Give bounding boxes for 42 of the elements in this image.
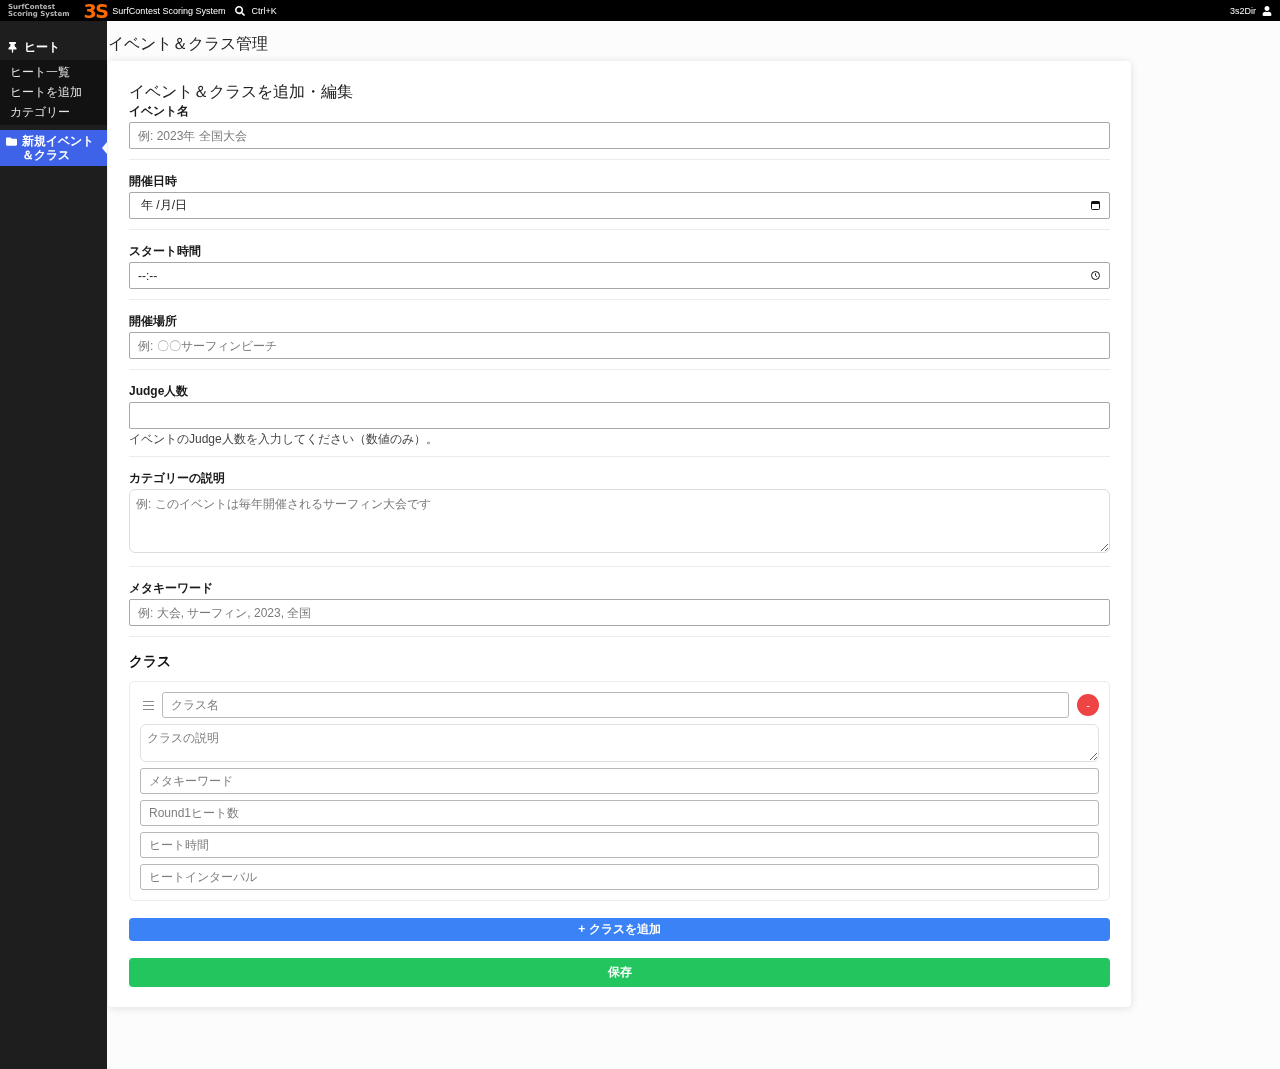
input-field[interactable]: 例: 2023年 全国大会: [129, 122, 1110, 149]
help-text: イベントのJudge人数を入力してください（数値のみ）。: [129, 432, 438, 446]
field-label: 開催日時: [129, 174, 177, 188]
field-label: スタート時間: [129, 244, 201, 258]
field-label: Judge人数: [129, 384, 189, 398]
input-field[interactable]: ヒート時間: [140, 832, 1099, 858]
textarea-field[interactable]: クラスの説明: [140, 724, 1099, 762]
app-name: SurfContest Scoring System: [112, 5, 226, 16]
sidebar-item[interactable]: 新規イベント＆クラス: [0, 130, 107, 166]
user-menu-button[interactable]: 3s2Dir: [1230, 5, 1272, 16]
sidebar-item-label: 新規イベント＆クラス: [22, 134, 95, 162]
sidebar-item[interactable]: カテゴリー: [0, 102, 107, 122]
input-field[interactable]: クラス名: [162, 692, 1069, 718]
add-class-button[interactable]: + クラスを追加: [129, 918, 1110, 941]
clock-icon[interactable]: [1091, 271, 1100, 280]
page-title: イベント＆クラス管理: [108, 34, 269, 54]
pin-icon: [7, 41, 18, 53]
hamburger-icon[interactable]: [143, 700, 154, 710]
sidebar-item[interactable]: ヒート一覧: [0, 62, 107, 82]
textarea-field[interactable]: 例: このイベントは毎年開催されるサーフィン大会です: [129, 489, 1110, 553]
field-label: メタキーワード: [129, 581, 213, 595]
field-label: カテゴリーの説明: [129, 471, 225, 485]
input-field[interactable]: メタキーワード: [140, 768, 1099, 794]
number-field[interactable]: [129, 402, 1110, 429]
brand-logo: 3S: [83, 0, 108, 21]
field-label: 開催場所: [129, 314, 177, 328]
input-field[interactable]: 例: 〇〇サーフィンビーチ: [129, 332, 1110, 359]
search-icon: [235, 5, 246, 16]
user-icon: [1262, 5, 1272, 16]
time-field[interactable]: --:--: [129, 262, 1110, 289]
input-field[interactable]: ヒートインターバル: [140, 864, 1099, 890]
form-title: イベント＆クラスを追加・編集: [129, 82, 354, 102]
calendar-icon[interactable]: [1091, 201, 1100, 210]
search-button[interactable]: Ctrl+K: [235, 5, 277, 16]
input-field[interactable]: 例: 大会, サーフィン, 2023, 全国: [129, 599, 1110, 626]
input-field[interactable]: Round1ヒート数: [140, 800, 1099, 826]
field-label: イベント名: [129, 104, 189, 118]
section-heading: クラス: [129, 653, 172, 670]
sidebar-item[interactable]: ヒートを追加: [0, 82, 107, 102]
folder-icon: [6, 136, 17, 147]
remove-button[interactable]: -: [1077, 694, 1099, 716]
date-field[interactable]: 年 /月/日: [129, 192, 1110, 219]
